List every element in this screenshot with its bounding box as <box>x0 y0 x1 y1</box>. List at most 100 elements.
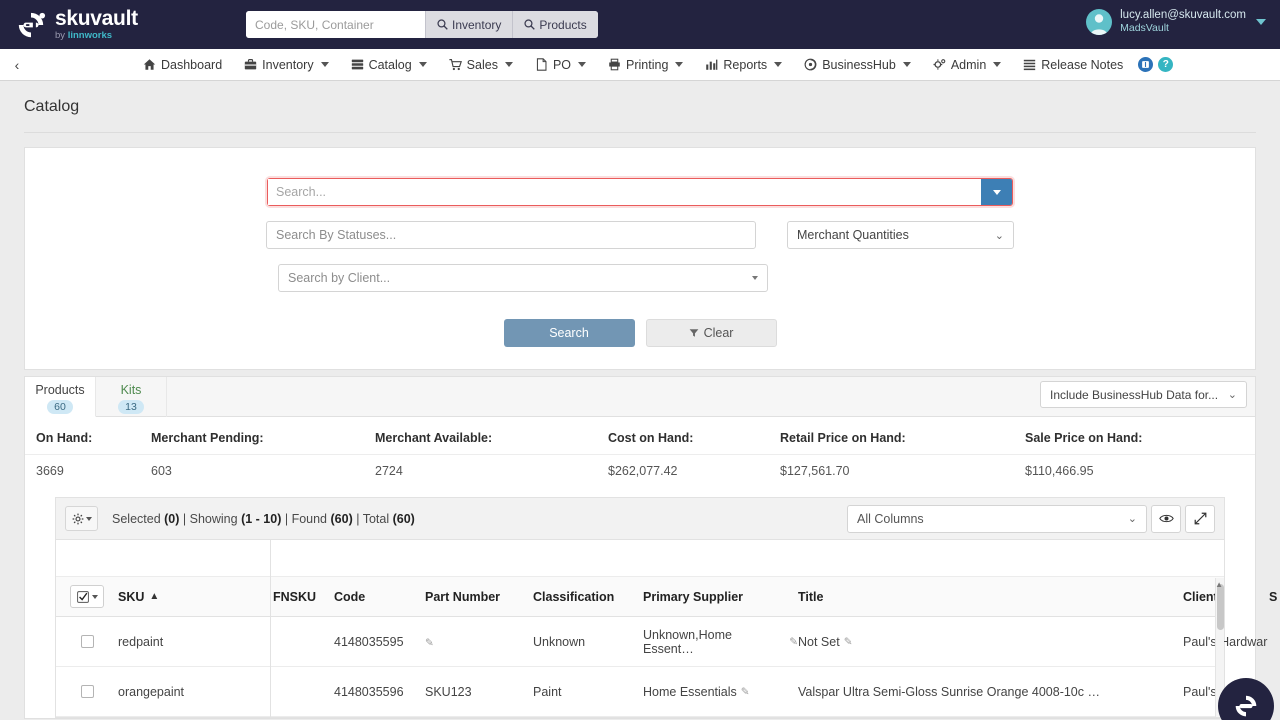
columns-select-label: All Columns <box>857 512 924 526</box>
cell-part-number: SKU123 <box>425 685 533 699</box>
search-products-button[interactable]: Products <box>512 11 597 38</box>
frozen-column-divider[interactable] <box>270 540 271 717</box>
chevron-down-icon: ⌄ <box>1228 388 1237 401</box>
nav-item-catalog[interactable]: Catalog <box>340 49 438 81</box>
clear-button[interactable]: Clear <box>646 319 777 347</box>
nav-item-printing[interactable]: Printing <box>597 49 694 81</box>
statuses-filter-input[interactable]: Search By Statuses... <box>266 221 756 249</box>
search-inventory-label: Inventory <box>452 18 501 32</box>
merchant-quantities-select[interactable]: Merchant Quantities ⌄ <box>787 221 1014 249</box>
nav-item-release-notes[interactable]: Release Notes <box>1012 49 1134 81</box>
list-icon <box>1023 58 1036 71</box>
nav-label-businesshub: BusinessHub <box>822 58 896 72</box>
search-icon <box>437 19 448 30</box>
stat-value-retail-price-on-hand: $127,561.70 <box>780 464 1025 478</box>
tab-products-label: Products <box>25 383 95 397</box>
grid-toolbar: Selected (0) | Showing (1 - 10) | Found … <box>56 498 1224 540</box>
column-header-part-number[interactable]: Part Number <box>425 590 533 604</box>
filter-icon <box>689 328 699 338</box>
stat-value-merchant-available: 2724 <box>375 464 608 478</box>
filter-row-2: Search by Client... <box>25 264 1255 292</box>
column-header-sku[interactable]: SKU ▲ <box>118 590 271 604</box>
table-header-row: SKU ▲ FNSKU Code Part Number Classificat… <box>56 577 1224 617</box>
search-button[interactable]: Search <box>504 319 635 347</box>
nav-item-businesshub[interactable]: BusinessHub <box>793 49 922 81</box>
global-search-group: Inventory Products <box>246 11 598 38</box>
edit-pencil-icon[interactable]: ✎ <box>789 636 798 648</box>
column-header-code[interactable]: Code <box>334 590 425 604</box>
brand-subtitle: by linnworks <box>55 31 138 41</box>
nav-label-printing: Printing <box>626 58 668 72</box>
select-all-checkbox[interactable] <box>70 585 104 608</box>
user-account-menu[interactable]: lucy.allen@skuvault.com MadsVault <box>1086 8 1266 36</box>
column-header-classification[interactable]: Classification <box>533 590 643 604</box>
column-header-primary-supplier[interactable]: Primary Supplier <box>643 590 798 604</box>
stat-header-merchant-available: Merchant Available: <box>375 431 608 445</box>
stat-value-sale-price-on-hand: $110,466.95 <box>1025 464 1255 478</box>
help-icon[interactable]: ? <box>1158 57 1173 72</box>
nav-item-po[interactable]: PO <box>524 49 597 81</box>
grid-settings-button[interactable] <box>65 506 98 531</box>
row-checkbox[interactable] <box>81 685 94 698</box>
nav-item-dashboard[interactable]: Dashboard <box>132 49 233 81</box>
client-filter-select[interactable]: Search by Client... <box>278 264 768 292</box>
showing-label: Showing <box>190 512 238 526</box>
edit-pencil-icon[interactable]: ✎ <box>844 636 853 648</box>
scroll-up-arrow-icon[interactable]: ▲ <box>1215 580 1223 589</box>
nav-item-reports[interactable]: Reports <box>694 49 793 81</box>
home-icon <box>143 58 156 71</box>
edit-pencil-icon[interactable]: ✎ <box>425 637 434 649</box>
nav-item-inventory[interactable]: Inventory <box>233 49 339 81</box>
column-header-title[interactable]: Title <box>798 590 1183 604</box>
column-header-fnsku[interactable]: FNSKU <box>271 590 334 604</box>
cell-part-number: ✎ <box>425 635 533 649</box>
brand-logo-group[interactable]: skuvault by linnworks <box>16 8 138 41</box>
cell-title: Valspar Ultra Semi-Gloss Sunrise Orange … <box>798 685 1183 699</box>
whatsnew-icon[interactable] <box>1138 57 1153 72</box>
column-header-status[interactable]: S <box>1269 590 1280 604</box>
filter-row-1: Search By Statuses... Merchant Quantitie… <box>25 221 1255 249</box>
toggle-visibility-button[interactable] <box>1151 505 1181 533</box>
chevron-down-icon <box>86 517 92 521</box>
search-inventory-button[interactable]: Inventory <box>425 11 512 38</box>
top-header: skuvault by linnworks Inventory Products… <box>0 0 1280 49</box>
cell-title: Not Set ✎ <box>798 635 1183 649</box>
row-checkbox[interactable] <box>81 635 94 648</box>
nav-item-sales[interactable]: Sales <box>438 49 524 81</box>
tab-kits[interactable]: Kits 13 <box>96 377 167 417</box>
catalog-search-dropdown-button[interactable] <box>981 179 1012 205</box>
global-search-input[interactable] <box>246 11 425 38</box>
table-row[interactable]: orangepaint 4148035596 SKU123 Paint Home… <box>56 667 1224 717</box>
edit-pencil-icon[interactable]: ✎ <box>741 686 750 698</box>
grid-status-text: Selected (0) | Showing (1 - 10) | Found … <box>112 512 415 526</box>
chevron-down-icon[interactable] <box>1256 19 1266 25</box>
table-row[interactable]: redpaint 4148035595 ✎ Unknown Unknown,Ho… <box>56 617 1224 667</box>
catalog-search-input[interactable] <box>268 179 981 205</box>
tab-kits-count: 13 <box>118 400 144 414</box>
search-products-label: Products <box>539 18 586 32</box>
chevron-down-icon <box>92 595 98 599</box>
nav-item-admin[interactable]: Admin <box>922 49 1012 81</box>
total-label: Total <box>363 512 389 526</box>
nav-label-release-notes: Release Notes <box>1041 58 1123 72</box>
layers-icon <box>351 58 364 71</box>
cell-client: Paul's Hardwar <box>1183 635 1269 649</box>
summary-stats-headers: On Hand: Merchant Pending: Merchant Avai… <box>25 417 1255 454</box>
sort-ascending-icon: ▲ <box>149 591 159 602</box>
brand-name: skuvault <box>55 8 138 29</box>
businesshub-data-select[interactable]: Include BusinessHub Data for... ⌄ <box>1040 381 1247 408</box>
results-tabbar: Products 60 Kits 13 Include BusinessHub … <box>25 377 1255 417</box>
expand-fullscreen-button[interactable] <box>1185 505 1215 533</box>
main-navigation: ‹ Dashboard Inventory Catalog Sales PO <box>0 49 1280 81</box>
avatar <box>1086 9 1112 35</box>
column-header-client[interactable]: Client <box>1183 590 1269 604</box>
columns-select[interactable]: All Columns ⌄ <box>847 505 1147 533</box>
sidebar-collapse-toggle[interactable]: ‹ <box>2 57 32 73</box>
select-all-cell <box>56 585 118 608</box>
cell-primary-supplier-text: Unknown,Home Essent… <box>643 628 785 656</box>
cell-classification: Unknown <box>533 635 643 649</box>
table-scrollbar-thumb[interactable] <box>1217 584 1224 630</box>
tab-products[interactable]: Products 60 <box>25 377 96 417</box>
results-card: Products 60 Kits 13 Include BusinessHub … <box>24 376 1256 719</box>
summary-stats: On Hand: Merchant Pending: Merchant Avai… <box>25 417 1255 489</box>
